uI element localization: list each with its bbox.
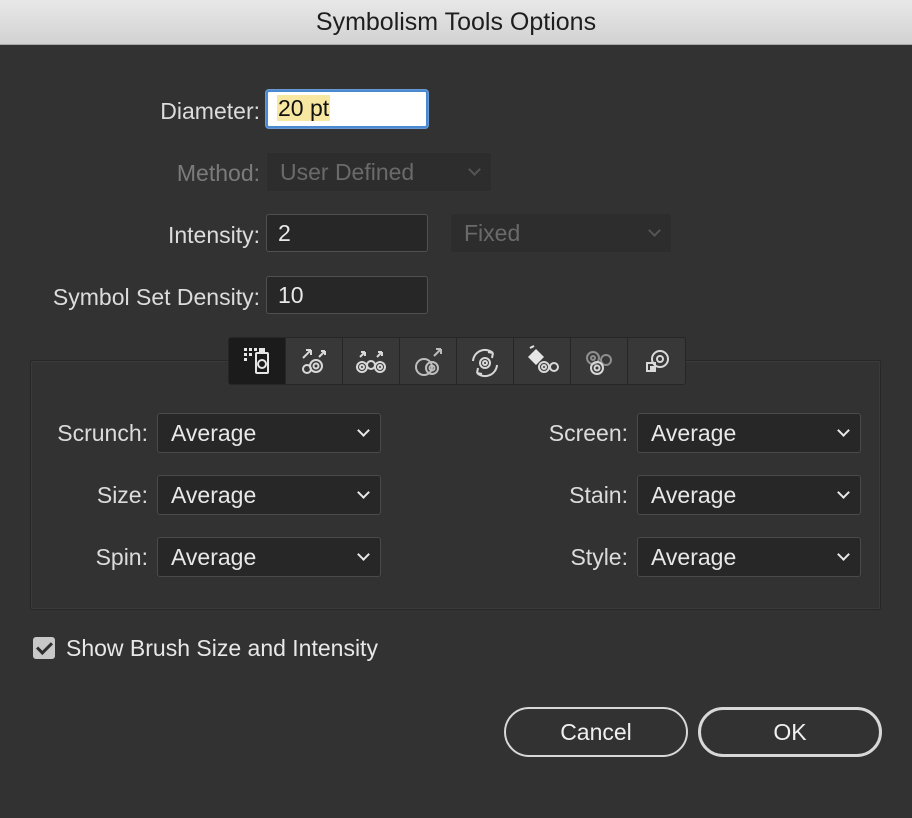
tool-styler[interactable] [628,338,685,384]
chevron-down-icon [837,486,850,499]
method-dropdown[interactable]: User Defined [266,152,492,192]
cancel-button[interactable]: Cancel [504,707,688,757]
method-label: Method: [176,160,260,186]
tool-scruncher[interactable] [343,338,400,384]
diameter-label: Diameter: [160,98,260,124]
chevron-down-icon [648,224,661,237]
window-title: Symbolism Tools Options [315,7,597,36]
sprayer-tool-icon [244,348,269,374]
density-label: Symbol Set Density: [52,284,260,310]
size-value: Average [171,482,257,508]
screener-tool-icon [586,351,612,375]
stainer-tool-icon [528,345,559,373]
chevron-down-icon [357,548,370,561]
intensity-input[interactable]: 2 [266,214,428,252]
stain-dropdown[interactable]: Average [637,475,861,515]
window-title-bar: Symbolism Tools Options [0,0,912,45]
chevron-down-icon [357,424,370,437]
intensity-mode-dropdown[interactable]: Fixed [450,213,672,253]
ok-button[interactable]: OK [698,707,882,757]
chevron-down-icon [468,163,481,176]
styler-tool-icon [645,350,669,372]
symbolism-tool-selector [228,337,686,385]
diameter-value: 20 pt [277,95,331,121]
chevron-down-icon [837,424,850,437]
ok-button-label: OK [773,718,807,745]
tool-screener[interactable] [571,338,628,384]
scruncher-tool-icon [356,351,386,373]
screen-label: Screen: [548,420,628,446]
tool-stainer[interactable] [514,338,571,384]
stain-label: Stain: [569,482,628,508]
intensity-value: 2 [278,220,291,246]
style-value: Average [651,544,737,570]
scrunch-value: Average [171,420,257,446]
tool-sizer[interactable] [400,338,457,384]
method-value: User Defined [280,159,415,185]
scrunch-dropdown[interactable]: Average [157,413,381,453]
symbolism-options-dialog: Diameter: 20 pt Method: User Defined Int… [0,45,912,818]
stain-value: Average [651,482,737,508]
spin-dropdown[interactable]: Average [157,537,381,577]
size-dropdown[interactable]: Average [157,475,381,515]
tool-spinner[interactable] [457,338,514,384]
size-label: Size: [96,482,148,508]
screen-value: Average [651,420,737,446]
spinner-tool-icon [472,348,498,378]
show-brush-checkbox[interactable] [33,637,55,659]
intensity-mode-value: Fixed [464,220,521,246]
spin-label: Spin: [95,544,148,570]
chevron-down-icon [837,548,850,561]
screen-dropdown[interactable]: Average [637,413,861,453]
tool-shifter[interactable] [286,338,343,384]
style-dropdown[interactable]: Average [637,537,861,577]
diameter-input[interactable]: 20 pt [266,90,428,128]
tool-sprayer[interactable] [229,338,286,384]
chevron-down-icon [357,486,370,499]
sizer-tool-icon [415,348,442,376]
style-label: Style: [570,544,628,570]
cancel-button-label: Cancel [560,718,632,745]
density-input[interactable]: 10 [266,276,428,314]
spin-value: Average [171,544,257,570]
shifter-tool-icon [302,349,326,374]
density-value: 10 [278,282,304,308]
scrunch-label: Scrunch: [57,420,148,446]
show-brush-label[interactable]: Show Brush Size and Intensity [66,630,378,666]
intensity-label: Intensity: [167,222,260,248]
